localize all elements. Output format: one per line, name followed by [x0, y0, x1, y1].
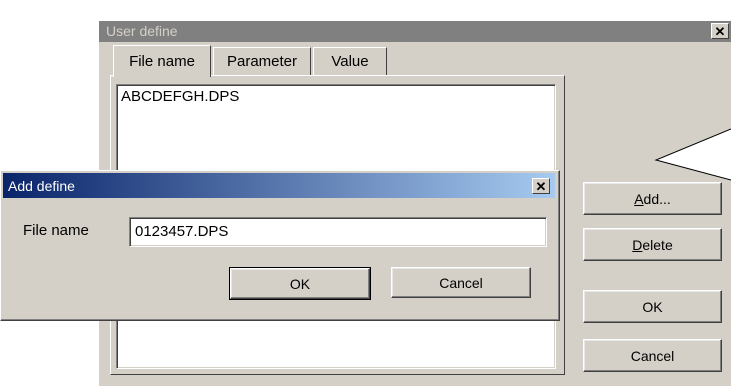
add-define-title: Add define — [8, 178, 75, 194]
add-define-titlebar[interactable]: Add define ✕ — [3, 173, 555, 198]
delete-button-label: Delete — [632, 236, 673, 253]
delete-button[interactable]: Delete — [583, 228, 722, 261]
list-item[interactable]: ABCDEFGH.DPS — [121, 88, 239, 105]
tab-value[interactable]: Value — [313, 47, 387, 75]
tab-file-name[interactable]: File name — [113, 45, 211, 77]
add-define-ok-button[interactable]: OK — [229, 267, 371, 300]
add-button[interactable]: Add... — [583, 182, 722, 215]
cancel-button[interactable]: Cancel — [583, 339, 722, 372]
close-icon: ✕ — [535, 178, 547, 194]
callout-pointer — [654, 128, 731, 181]
add-button-label: Add... — [634, 190, 671, 207]
user-define-title: User define — [106, 23, 178, 39]
user-define-titlebar[interactable]: User define ✕ — [99, 21, 731, 42]
add-define-dialog: Add define ✕ File name 0123457.DPS OK Ca… — [0, 170, 560, 321]
close-icon: ✕ — [714, 23, 726, 39]
add-define-cancel-button[interactable]: Cancel — [391, 267, 531, 298]
file-name-label: File name — [23, 222, 89, 239]
tab-parameter[interactable]: Parameter — [213, 47, 311, 75]
ok-button[interactable]: OK — [583, 290, 722, 323]
file-name-field[interactable]: 0123457.DPS — [129, 217, 547, 247]
user-define-close-button[interactable]: ✕ — [711, 23, 729, 39]
add-define-close-button[interactable]: ✕ — [532, 178, 550, 194]
